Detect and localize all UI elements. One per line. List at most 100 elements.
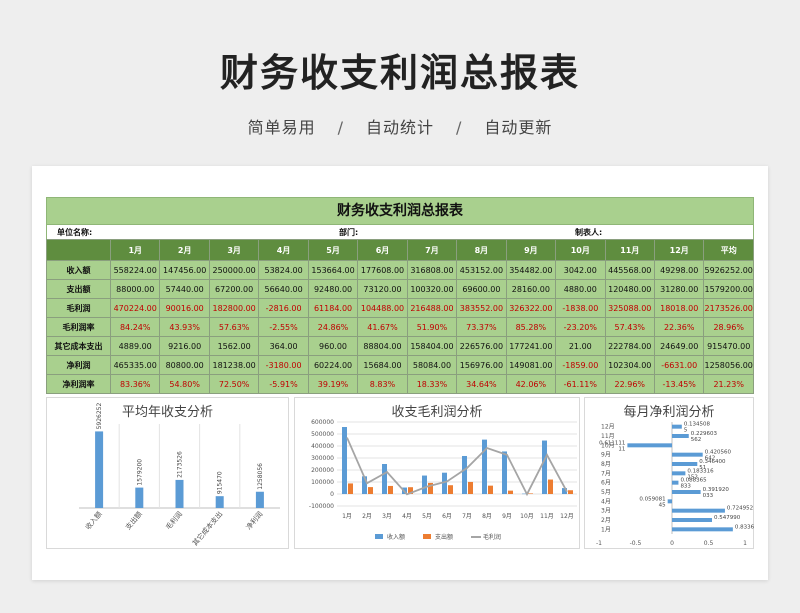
bar <box>388 485 393 494</box>
table-cell: 158404.00 <box>406 336 458 356</box>
table-cell: 915470.00 <box>703 336 754 356</box>
table-row: 净利润率 83.36% 54.80% 72.50% -5.91% 39.19% 8.83% 1… <box>46 374 754 394</box>
x-tick-label: 4月 <box>402 513 412 520</box>
table-cell: 364.00 <box>258 336 309 356</box>
bar <box>672 434 689 438</box>
table-cell: 73.37% <box>456 317 507 337</box>
table-cell: 465335.00 <box>109 355 161 375</box>
x-tick-label: -0.5 <box>630 540 642 547</box>
data-label: 2173526 <box>177 451 184 478</box>
y-tick-label: 1月 <box>601 526 611 533</box>
table-cell: -13.45% <box>653 374 705 394</box>
data-label: 0.724952 <box>727 506 753 512</box>
table-cell: 325088.00 <box>604 298 655 318</box>
bar <box>368 487 373 494</box>
table-cell: 3042.00 <box>555 260 606 280</box>
bar <box>672 462 698 466</box>
table-cell: 156976.00 <box>456 355 507 375</box>
subtitle-item: 自动更新 <box>484 118 553 137</box>
y-tick-label: 0 <box>330 491 334 498</box>
month-header: 8月 <box>456 239 507 261</box>
dept-label: 部门: <box>339 228 359 237</box>
row-label: 其它成本支出 <box>46 336 111 356</box>
bar <box>528 493 533 494</box>
table-cell: 177608.00 <box>357 260 408 280</box>
data-label: 0.611111 11 <box>599 440 625 452</box>
table-cell: 15684.00 <box>357 355 408 375</box>
table-cell: 147456.00 <box>159 260 210 280</box>
bar <box>422 475 427 494</box>
row-label: 净利润 <box>46 355 111 375</box>
x-tick-label: 7月 <box>462 513 472 520</box>
table-cell: 28.96% <box>703 317 754 337</box>
month-header: 10月 <box>555 239 606 261</box>
table-cell: 24.86% <box>307 317 359 337</box>
table-cell: -23.20% <box>555 317 606 337</box>
table-cell: 57.43% <box>604 317 655 337</box>
table-cell: 67200.00 <box>208 279 260 299</box>
bar <box>672 471 686 476</box>
table-cell: -1859.00 <box>555 355 606 375</box>
table-cell: 445568.00 <box>604 260 655 280</box>
table-cell: 60224.00 <box>307 355 359 375</box>
table-row: 毛利润率 84.24% 43.93% 57.63% -2.55% 24.86% 41.67%… <box>46 317 754 337</box>
table-cell: 53824.00 <box>258 260 309 280</box>
y-tick-label: 11月 <box>601 433 615 440</box>
table-cell: 80800.00 <box>159 355 210 375</box>
table-cell: -2.55% <box>258 317 309 337</box>
table-cell: 326322.00 <box>505 298 557 318</box>
table-cell: 49298.00 <box>653 260 705 280</box>
table-cell: 222784.00 <box>604 336 655 356</box>
y-tick-label: 5月 <box>601 489 611 496</box>
month-header: 7月 <box>406 239 458 261</box>
table-row: 其它成本支出 4889.00 9216.00 1562.00 364.00 960.00 8… <box>46 336 754 356</box>
x-tick-label: 11月 <box>540 513 554 520</box>
chart-title: 平均年收支分析 <box>121 405 213 420</box>
x-tick-label: 0 <box>670 540 674 547</box>
bar <box>448 485 453 494</box>
table-cell: 316808.00 <box>406 260 458 280</box>
chart-title: 每月净利润分析 <box>623 405 715 420</box>
tick-label: 支出额 <box>123 510 143 532</box>
bar <box>672 518 713 522</box>
data-label: 1579200 <box>136 459 143 486</box>
month-header: 3月 <box>208 239 260 261</box>
table-cell: 90016.00 <box>159 298 210 318</box>
table-cell: 102304.00 <box>604 355 655 375</box>
y-tick-label: 6月 <box>601 480 611 487</box>
table-row: 毛利润 470224.00 90016.00 182800.00 -2816.00 611… <box>46 298 754 318</box>
row-label: 净利润率 <box>46 374 111 394</box>
table-cell: 34.64% <box>456 374 507 394</box>
legend-swatch <box>423 534 431 539</box>
table-cell: 21.00 <box>555 336 606 356</box>
table-cell: 61184.00 <box>307 298 359 318</box>
table-cell: 88000.00 <box>109 279 161 299</box>
month-header: 12月 <box>653 239 705 261</box>
corner-cell <box>46 239 111 261</box>
y-tick-label: 100000 <box>311 479 334 486</box>
table-cell: 5926252.00 <box>703 260 754 280</box>
x-tick-label: 12月 <box>560 513 574 520</box>
bar <box>568 490 573 494</box>
table-cell: 69600.00 <box>456 279 507 299</box>
table-cell: 57.63% <box>208 317 260 337</box>
table-cell: 54.80% <box>159 374 210 394</box>
bar <box>175 479 184 508</box>
table-cell: -1838.00 <box>555 298 606 318</box>
data-label: 0.059081 45 <box>639 496 666 508</box>
table-cell: 383552.00 <box>456 298 507 318</box>
row-label: 毛利润 <box>46 298 111 318</box>
unit-name-label: 单位名称: <box>57 228 93 237</box>
page-title: 财务收支利润总报表 <box>219 51 580 95</box>
table-cell: 8.83% <box>357 374 408 394</box>
table-row: 支出额 88000.00 57440.00 67200.00 56640.00 92480… <box>46 279 754 299</box>
subtitle-separator: / <box>456 118 463 137</box>
month-header: 6月 <box>357 239 408 261</box>
y-tick-label: 8月 <box>601 461 611 468</box>
table-cell: -61.11% <box>555 374 606 394</box>
spreadsheet-preview-card: 财务收支利润总报表 单位名称: 部门: 制表人: 1月 2月 3月 4月 5月 6月 7月 8… <box>32 166 768 580</box>
bar <box>672 508 725 513</box>
bar <box>215 496 224 508</box>
table-cell: 85.28% <box>505 317 557 337</box>
tick-label: 其它成本支出 <box>190 510 224 548</box>
